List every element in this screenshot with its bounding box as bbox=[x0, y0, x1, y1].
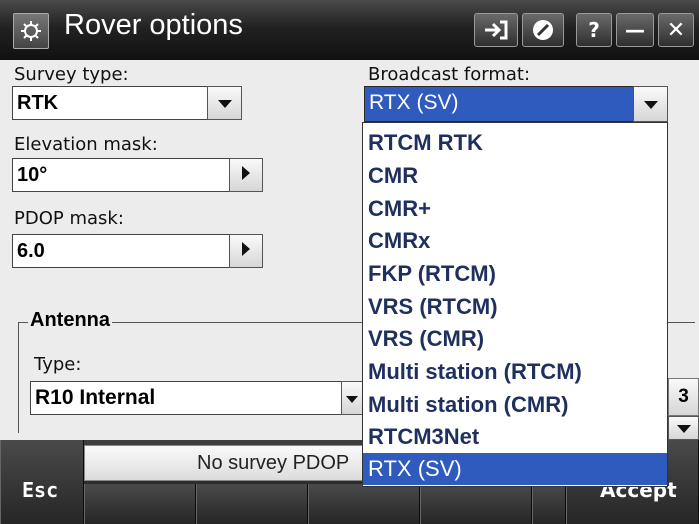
option-multi-station-rtcm[interactable]: Multi station (RTCM) bbox=[368, 356, 582, 388]
connect-icon bbox=[483, 19, 509, 41]
pdop-mask-label: PDOP mask: bbox=[14, 208, 124, 229]
option-cmr-plus[interactable]: CMR+ bbox=[368, 193, 431, 225]
chevron-down-icon bbox=[676, 419, 692, 438]
option-rtcm3net[interactable]: RTCM3Net bbox=[368, 421, 479, 453]
antenna-type-select[interactable]: R10 Internal bbox=[30, 381, 342, 415]
app-menu-icon[interactable] bbox=[13, 13, 49, 49]
antenna-type-dropdown-button[interactable] bbox=[341, 381, 363, 415]
chevron-right-icon bbox=[241, 241, 251, 261]
broadcast-format-dropdown-button[interactable] bbox=[633, 86, 668, 122]
survey-type-select[interactable]: RTK bbox=[12, 86, 208, 120]
minimize-button[interactable]: — bbox=[616, 13, 654, 47]
softkey-5[interactable] bbox=[420, 484, 532, 524]
esc-label: Esc bbox=[22, 478, 59, 502]
option-multi-station-cmr[interactable]: Multi station (CMR) bbox=[368, 389, 568, 421]
elevation-mask-arrow-button[interactable] bbox=[229, 158, 263, 192]
no-entry-button[interactable] bbox=[522, 13, 564, 47]
elevation-mask-input[interactable]: 10° bbox=[12, 158, 230, 192]
pdop-mask-arrow-button[interactable] bbox=[229, 234, 263, 268]
help-button[interactable]: ? bbox=[576, 13, 612, 47]
softkey-4[interactable] bbox=[308, 484, 420, 524]
broadcast-format-dropdown-list: RTCM RTK CMR CMR+ CMRx FKP (RTCM) VRS (R… bbox=[362, 122, 668, 487]
broadcast-format-label: Broadcast format: bbox=[368, 64, 531, 85]
antenna-group-label: Antenna bbox=[28, 309, 112, 332]
pdop-mask-input[interactable]: 6.0 bbox=[12, 234, 230, 268]
softkey-6[interactable] bbox=[532, 484, 566, 524]
no-entry-icon bbox=[531, 18, 555, 42]
close-button[interactable]: ✕ bbox=[658, 13, 694, 47]
page-indicator: 3 bbox=[668, 378, 699, 416]
option-vrs-cmr[interactable]: VRS (CMR) bbox=[368, 323, 484, 355]
antenna-type-label: Type: bbox=[34, 354, 82, 375]
softkey-3[interactable] bbox=[196, 484, 308, 524]
chevron-right-icon bbox=[241, 165, 251, 185]
option-rtcm-rtk[interactable]: RTCM RTK bbox=[368, 127, 483, 159]
softkey-2[interactable] bbox=[84, 484, 196, 524]
window-title: Rover options bbox=[64, 9, 243, 41]
page-down-button[interactable] bbox=[668, 416, 699, 440]
status-text: No survey PDOP bbox=[197, 452, 350, 474]
option-rtx-sv[interactable]: RTX (SV) bbox=[363, 453, 667, 485]
broadcast-format-select[interactable]: RTX (SV) bbox=[364, 86, 634, 122]
chevron-down-icon bbox=[345, 389, 359, 408]
survey-type-label: Survey type: bbox=[14, 64, 129, 85]
option-vrs-rtcm[interactable]: VRS (RTCM) bbox=[368, 291, 498, 323]
chevron-down-icon bbox=[643, 95, 659, 114]
survey-type-dropdown-button[interactable] bbox=[207, 86, 242, 120]
elevation-mask-label: Elevation mask: bbox=[14, 134, 158, 155]
chevron-down-icon bbox=[217, 94, 233, 113]
status-bar: No survey PDOP bbox=[84, 445, 364, 481]
option-cmr[interactable]: CMR bbox=[368, 160, 418, 192]
option-fkp-rtcm[interactable]: FKP (RTCM) bbox=[368, 258, 496, 290]
option-cmrx[interactable]: CMRx bbox=[368, 225, 430, 257]
connect-button[interactable] bbox=[474, 13, 518, 47]
